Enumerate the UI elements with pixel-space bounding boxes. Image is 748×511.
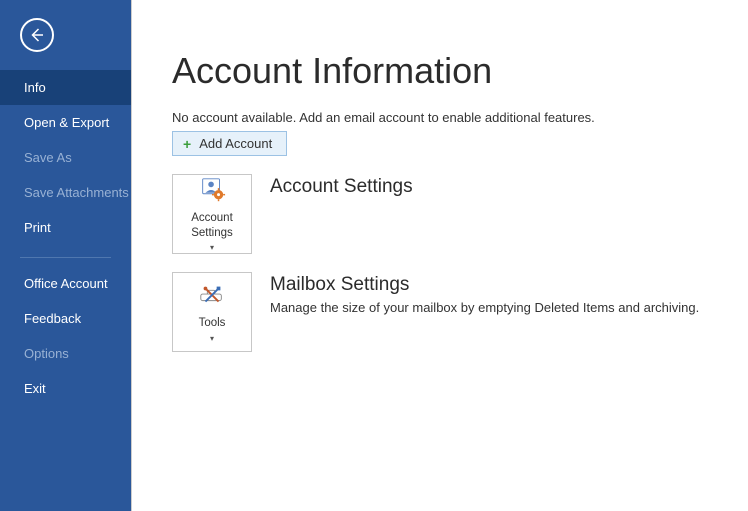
tools-button[interactable]: Tools ▾ bbox=[172, 272, 252, 352]
user-gear-icon bbox=[197, 176, 227, 207]
tile-label: Account Settings bbox=[177, 211, 247, 240]
sidebar-item-label: Open & Export bbox=[24, 115, 109, 130]
tools-icon bbox=[197, 281, 227, 312]
file-sidebar: Info Open & Export Save As Save Attachme… bbox=[0, 0, 132, 511]
tile-label: Tools bbox=[199, 316, 226, 330]
chevron-down-icon: ▾ bbox=[210, 335, 214, 343]
page-title: Account Information bbox=[172, 50, 708, 92]
sidebar-item-save-attachments: Save Attachments bbox=[0, 175, 131, 210]
add-account-label: Add Account bbox=[199, 136, 272, 151]
chevron-down-icon: ▾ bbox=[210, 244, 214, 252]
add-account-button[interactable]: + Add Account bbox=[172, 131, 287, 156]
content-area: Account Information No account available… bbox=[132, 0, 748, 511]
page-subtitle: No account available. Add an email accou… bbox=[172, 110, 708, 125]
section-title: Mailbox Settings bbox=[270, 274, 699, 296]
sidebar-item-label: Exit bbox=[24, 381, 46, 396]
sidebar-separator bbox=[20, 257, 111, 258]
sidebar-item-label: Info bbox=[24, 80, 46, 95]
sidebar-item-label: Options bbox=[24, 346, 69, 361]
sidebar-item-label: Save As bbox=[24, 150, 72, 165]
arrow-left-icon bbox=[28, 26, 46, 44]
mailbox-settings-section: Tools ▾ Mailbox Settings Manage the size… bbox=[172, 272, 708, 352]
sidebar-item-info[interactable]: Info bbox=[0, 70, 131, 105]
sidebar-item-save-as: Save As bbox=[0, 140, 131, 175]
section-text: Mailbox Settings Manage the size of your… bbox=[270, 272, 699, 315]
account-settings-button[interactable]: Account Settings ▾ bbox=[172, 174, 252, 254]
plus-icon: + bbox=[183, 137, 191, 151]
sidebar-item-label: Save Attachments bbox=[24, 185, 129, 200]
sidebar-item-options: Options bbox=[0, 336, 131, 371]
back-button[interactable] bbox=[20, 18, 54, 52]
sidebar-item-feedback[interactable]: Feedback bbox=[0, 301, 131, 336]
sidebar-item-label: Office Account bbox=[24, 276, 108, 291]
section-text: Account Settings bbox=[270, 174, 413, 202]
sidebar-item-exit[interactable]: Exit bbox=[0, 371, 131, 406]
section-title: Account Settings bbox=[270, 176, 413, 198]
section-desc: Manage the size of your mailbox by empty… bbox=[270, 300, 699, 315]
sidebar-item-office-account[interactable]: Office Account bbox=[0, 266, 131, 301]
account-settings-section: Account Settings ▾ Account Settings bbox=[172, 174, 708, 254]
sidebar-item-label: Print bbox=[24, 220, 51, 235]
sidebar-item-print[interactable]: Print bbox=[0, 210, 131, 245]
sidebar-item-label: Feedback bbox=[24, 311, 81, 326]
sidebar-item-open-export[interactable]: Open & Export bbox=[0, 105, 131, 140]
